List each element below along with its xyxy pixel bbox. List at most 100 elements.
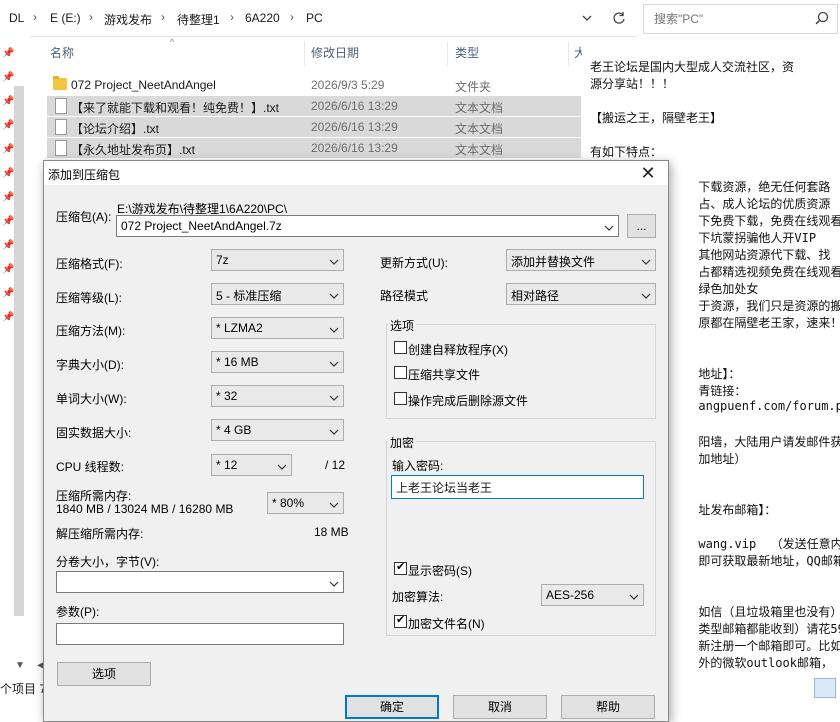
memory-value: 1840 MB / 13024 MB / 16280 MB	[56, 502, 234, 516]
encryption-method-combo[interactable]: AES-256	[541, 584, 644, 606]
text-line: 老王论坛是国内大型成人交流社区，资	[590, 60, 795, 74]
cpu-threads-value: * 12	[216, 458, 238, 472]
delete-after-checkbox[interactable]	[394, 392, 407, 405]
cancel-button[interactable]: 取消	[453, 695, 547, 719]
breadcrumb-item[interactable]: 6A220	[245, 11, 280, 25]
memory-percent-combo[interactable]: * 80%	[267, 492, 344, 514]
text-file-icon	[55, 140, 67, 156]
options-button[interactable]: 选项	[57, 662, 151, 686]
password-value: 上老王论坛当老王	[396, 481, 493, 495]
path-mode-label: 路径模式	[380, 289, 429, 303]
breadcrumb-item[interactable]: DL	[9, 11, 24, 25]
file-row[interactable]: 【论坛介绍】.txt 2026/6/16 13:29 文本文档	[47, 117, 581, 137]
show-password-label[interactable]: 显示密码(S)	[408, 562, 472, 579]
breadcrumb-item[interactable]: PC	[306, 11, 323, 25]
method-combo[interactable]: * LZMA2	[211, 317, 344, 339]
refresh-icon[interactable]	[606, 6, 632, 30]
help-button[interactable]: 帮助	[561, 695, 655, 719]
create-sfx-checkbox[interactable]	[394, 341, 407, 354]
search-input[interactable]	[644, 5, 816, 33]
cpu-threads-combo[interactable]: * 12	[211, 454, 292, 476]
column-divider[interactable]	[447, 42, 448, 66]
details-view-icon[interactable]	[814, 678, 836, 698]
password-label: 输入密码:	[392, 459, 444, 473]
text-line: 源分享站！！！	[590, 77, 675, 91]
chevron-down-icon	[641, 288, 651, 302]
parameters-input[interactable]	[56, 623, 344, 645]
encryption-method-label: 加密算法:	[392, 590, 444, 604]
file-name: 【永久地址发布页】.txt	[71, 143, 196, 157]
text-file-icon	[55, 119, 67, 135]
method-value: * LZMA2	[216, 321, 263, 335]
archive-name-value: 072 Project_NeetAndAngel.7z	[121, 219, 282, 233]
word-size-combo[interactable]: * 32	[211, 385, 344, 407]
text-line: 有如下特点：	[590, 145, 663, 159]
scroll-down-icon[interactable]: ▼	[15, 660, 25, 671]
chevron-down-icon	[329, 424, 339, 438]
search-box[interactable]	[643, 4, 838, 34]
format-combo[interactable]: 7z	[211, 249, 344, 271]
solid-block-label: 固实数据大小:	[56, 426, 132, 440]
format-label: 压缩格式(F):	[56, 257, 123, 271]
pin-icon: 📌	[2, 48, 15, 59]
breadcrumb-separator-icon: ›	[33, 10, 37, 24]
decompress-memory-label: 解压缩所需内存:	[56, 527, 144, 541]
sort-ascending-icon: ^	[170, 37, 175, 47]
level-value: 5 - 标准压缩	[216, 289, 282, 303]
file-date: 2026/6/16 13:29	[311, 99, 398, 113]
dialog-titlebar[interactable]: 添加到压缩包 ✕	[44, 161, 668, 185]
pin-icon: 📌	[2, 312, 15, 323]
archive-label: 压缩包(A):	[56, 210, 112, 224]
cpu-threads-label: CPU 线程数:	[56, 460, 125, 474]
cpu-threads-total: / 12	[325, 458, 346, 472]
create-sfx-label[interactable]: 创建自释放程序(X)	[408, 341, 508, 358]
pin-icon: 📌	[2, 72, 15, 83]
column-header-date[interactable]: 修改日期	[311, 44, 359, 66]
breadcrumb-separator-icon: ›	[89, 10, 93, 24]
nav-scrollbar[interactable]	[14, 86, 24, 616]
breadcrumb-item[interactable]: E (E:)	[50, 11, 81, 25]
file-row[interactable]: 【永久地址发布页】.txt 2026/6/16 13:29 文本文档	[47, 138, 581, 158]
file-name: 【来了就能下载和观看！纯免费！】.txt	[71, 101, 280, 115]
chevron-down-icon	[329, 497, 339, 511]
column-header-name[interactable]: 名称	[50, 44, 74, 66]
column-divider[interactable]	[568, 42, 569, 66]
encrypt-names-label[interactable]: 加密文件名(N)	[408, 615, 485, 632]
compress-shared-checkbox[interactable]	[394, 366, 407, 379]
file-type: 文本文档	[455, 101, 504, 115]
breadcrumb-item[interactable]: 游戏发布	[104, 11, 152, 28]
password-input[interactable]: 上老王论坛当老王	[391, 475, 644, 499]
dictionary-combo[interactable]: * 16 MB	[211, 351, 344, 373]
level-label: 压缩等级(L):	[56, 291, 123, 305]
chevron-down-icon	[641, 254, 651, 268]
volume-size-combo[interactable]	[56, 571, 344, 593]
breadcrumb-item[interactable]: 待整理1	[177, 11, 220, 28]
text-file-icon	[55, 98, 67, 114]
archive-name-combo[interactable]: 072 Project_NeetAndAngel.7z	[116, 215, 619, 237]
level-combo[interactable]: 5 - 标准压缩	[211, 283, 344, 305]
encryption-group-title: 加密	[388, 434, 417, 451]
close-icon[interactable]: ✕	[636, 161, 660, 185]
memory-percent-value: * 80%	[272, 496, 305, 510]
encrypt-names-checkbox[interactable]	[394, 613, 407, 628]
update-mode-label: 更新方式(U):	[380, 256, 448, 270]
column-divider[interactable]	[304, 42, 305, 66]
file-row[interactable]: 【来了就能下载和观看！纯免费！】.txt 2026/6/16 13:29 文本文…	[47, 96, 581, 116]
pin-icon: 📌	[2, 288, 15, 299]
decompress-memory-value: 18 MB	[314, 525, 349, 539]
file-type: 文件夹	[455, 80, 492, 94]
ok-button[interactable]: 确定	[345, 695, 439, 719]
file-name: 【论坛介绍】.txt	[71, 122, 160, 136]
path-mode-combo[interactable]: 相对路径	[506, 283, 656, 305]
update-mode-combo[interactable]: 添加并替换文件	[506, 249, 656, 271]
browse-button[interactable]: ...	[627, 214, 656, 238]
compress-shared-label[interactable]: 压缩共享文件	[408, 366, 480, 383]
delete-after-label[interactable]: 操作完成后删除源文件	[408, 392, 528, 409]
file-row[interactable]: 072 Project_NeetAndAngel 2026/9/3 5:29 文…	[47, 75, 581, 95]
pin-icon: 📌	[2, 96, 15, 107]
show-password-checkbox[interactable]	[394, 560, 407, 575]
column-header-type[interactable]: 类型	[455, 44, 479, 66]
history-dropdown-icon[interactable]	[574, 6, 600, 30]
update-mode-value: 添加并替换文件	[511, 255, 596, 269]
solid-block-combo[interactable]: * 4 GB	[211, 419, 344, 441]
